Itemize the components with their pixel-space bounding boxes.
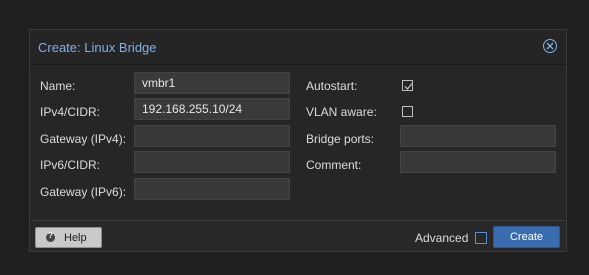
form-area: Name: vmbr1 IPv4/CIDR: 192.168.255.10/24… — [31, 65, 565, 221]
gateway-ipv4-label: Gateway (IPv4): — [40, 132, 127, 146]
close-icon — [546, 42, 554, 50]
checkmark-icon — [404, 83, 413, 90]
gateway-ipv6-input[interactable] — [134, 178, 290, 200]
vlan-aware-label: VLAN aware: — [306, 105, 377, 119]
dialog-footer: Help Advanced Create — [30, 220, 566, 251]
autostart-checkbox[interactable] — [402, 80, 413, 91]
comment-input[interactable] — [400, 151, 556, 173]
advanced-checkbox[interactable] — [475, 232, 487, 244]
gateway-ipv4-input[interactable] — [134, 125, 290, 147]
create-linux-bridge-dialog: Create: Linux Bridge Name: vmbr1 IPv4/CI… — [29, 29, 567, 252]
close-button[interactable] — [543, 39, 557, 53]
advanced-label: Advanced — [415, 231, 469, 245]
name-label: Name: — [40, 79, 76, 93]
vlan-aware-checkbox[interactable] — [402, 106, 413, 117]
dialog-title: Create: Linux Bridge — [38, 40, 157, 55]
help-button-label: Help — [64, 232, 87, 244]
autostart-label: Autostart: — [306, 79, 358, 93]
ipv6-cidr-input[interactable] — [134, 151, 290, 173]
comment-label: Comment: — [306, 158, 362, 172]
name-input[interactable]: vmbr1 — [134, 72, 290, 94]
help-icon — [46, 231, 55, 242]
ipv4-cidr-input[interactable]: 192.168.255.10/24 — [134, 98, 290, 120]
bridge-ports-input[interactable] — [400, 125, 556, 147]
help-button[interactable]: Help — [35, 227, 102, 248]
create-button[interactable]: Create — [493, 226, 560, 248]
ipv6-cidr-label: IPv6/CIDR: — [40, 158, 101, 172]
ipv4-cidr-label: IPv4/CIDR: — [40, 105, 101, 119]
gateway-ipv6-label: Gateway (IPv6): — [40, 185, 127, 199]
bridge-ports-label: Bridge ports: — [306, 132, 375, 146]
dialog-titlebar: Create: Linux Bridge — [30, 30, 566, 65]
